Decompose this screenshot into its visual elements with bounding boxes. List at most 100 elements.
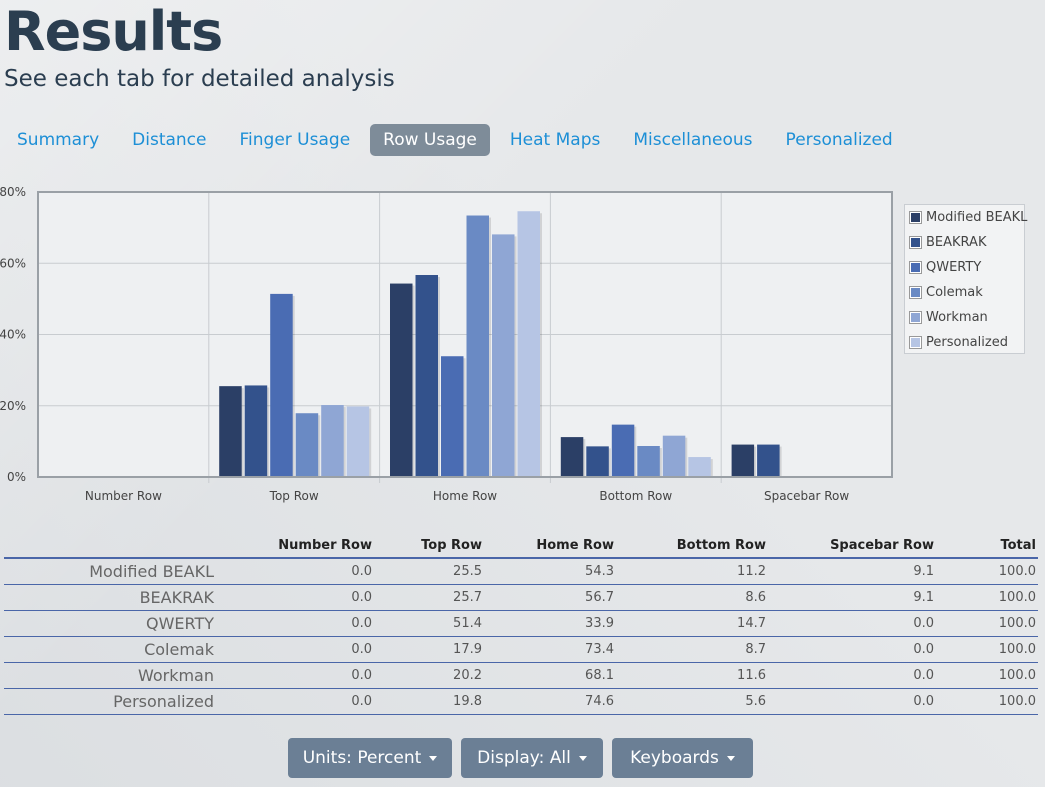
table-cell: 14.7 bbox=[616, 610, 768, 637]
page-subtitle: See each tab for detailed analysis bbox=[4, 66, 395, 92]
table-row-name: Modified BEAKL bbox=[4, 558, 214, 585]
bar bbox=[270, 293, 293, 477]
bar bbox=[466, 215, 489, 477]
legend-swatch bbox=[909, 310, 922, 324]
table-cell: 0.0 bbox=[768, 662, 936, 689]
x-tick-label: Spacebar Row bbox=[764, 489, 849, 503]
legend-swatch bbox=[909, 260, 922, 274]
table-cell: 0.0 bbox=[768, 688, 936, 715]
row-usage-chart: 0% 20% 40% 60% 80% Number Row Top Row Home Row B… bbox=[0, 185, 893, 503]
table-cell: 20.2 bbox=[374, 662, 484, 689]
caret-down-icon bbox=[429, 755, 438, 761]
bar bbox=[346, 406, 370, 477]
table-cell: 54.3 bbox=[484, 558, 616, 585]
caret-down-icon bbox=[726, 755, 735, 761]
bar bbox=[492, 234, 515, 477]
legend-item: BEAKRAK bbox=[909, 234, 987, 250]
table-row: Colemak 0.0 17.9 73.4 8.7 0.0 100.0 bbox=[4, 636, 1038, 663]
legend-label: Colemak bbox=[926, 284, 983, 300]
table-header-bottom-row: Bottom Row bbox=[616, 534, 768, 559]
table-cell: 73.4 bbox=[484, 636, 616, 663]
table-cell: 100.0 bbox=[936, 584, 1038, 611]
table-header-total: Total bbox=[936, 534, 1038, 559]
table-header-top-row: Top Row bbox=[374, 534, 484, 559]
bar bbox=[517, 211, 540, 478]
table-cell: 0.0 bbox=[214, 584, 374, 611]
legend-item: QWERTY bbox=[909, 259, 982, 275]
table-cell: 100.0 bbox=[936, 688, 1038, 715]
y-tick-label: 80% bbox=[0, 185, 26, 199]
keyboards-dropdown-button[interactable]: Keyboards bbox=[612, 738, 753, 778]
table-cell: 100.0 bbox=[936, 610, 1038, 637]
legend-item: Colemak bbox=[909, 284, 983, 300]
legend-swatch bbox=[909, 210, 922, 224]
tab-row-usage[interactable]: Row Usage bbox=[370, 123, 490, 156]
bar bbox=[586, 446, 609, 477]
tab-finger-usage[interactable]: Finger Usage bbox=[227, 124, 364, 156]
x-tick-label: Top Row bbox=[269, 489, 319, 503]
table-header-number-row: Number Row bbox=[214, 534, 374, 559]
x-tick-label: Home Row bbox=[433, 489, 497, 503]
table-row-name: Personalized bbox=[4, 688, 214, 715]
bar bbox=[757, 444, 780, 477]
legend-item: Modified BEAKL bbox=[909, 209, 1028, 225]
bar bbox=[688, 457, 711, 477]
table-cell: 33.9 bbox=[484, 610, 616, 637]
table-cell: 100.0 bbox=[936, 636, 1038, 663]
bar bbox=[611, 424, 635, 477]
page-title: Results bbox=[4, 0, 223, 63]
y-tick-label: 0% bbox=[7, 470, 26, 484]
results-tabs: Summary Distance Finger Usage Row Usage … bbox=[4, 123, 913, 156]
table-header-spacebar-row: Spacebar Row bbox=[768, 534, 936, 559]
row-usage-table: Number Row Top Row Home Row Bottom Row S… bbox=[4, 534, 1038, 715]
table-cell: 11.6 bbox=[616, 662, 768, 689]
bar bbox=[731, 444, 755, 477]
table-cell: 5.6 bbox=[616, 688, 768, 715]
table-cell: 0.0 bbox=[214, 688, 374, 715]
units-dropdown-button[interactable]: Units: Percent bbox=[288, 738, 452, 778]
table-cell: 19.8 bbox=[374, 688, 484, 715]
table-row: Workman 0.0 20.2 68.1 11.6 0.0 100.0 bbox=[4, 662, 1038, 689]
table-header-row: Number Row Top Row Home Row Bottom Row S… bbox=[4, 534, 1038, 559]
table-cell: 100.0 bbox=[936, 558, 1038, 585]
table-cell: 9.1 bbox=[768, 558, 936, 585]
table-row-name: Colemak bbox=[4, 636, 214, 663]
y-tick-label: 60% bbox=[0, 256, 26, 270]
table-row: QWERTY 0.0 51.4 33.9 14.7 0.0 100.0 bbox=[4, 610, 1038, 637]
bar bbox=[244, 385, 268, 477]
bar bbox=[441, 356, 464, 477]
table-cell: 0.0 bbox=[768, 610, 936, 637]
tab-miscellaneous[interactable]: Miscellaneous bbox=[620, 124, 765, 156]
legend-swatch bbox=[909, 335, 922, 349]
table-cell: 51.4 bbox=[374, 610, 484, 637]
table-cell: 8.7 bbox=[616, 636, 768, 663]
table-row-name: QWERTY bbox=[4, 610, 214, 637]
legend-label: BEAKRAK bbox=[926, 234, 987, 250]
table-cell: 74.6 bbox=[484, 688, 616, 715]
table-cell: 25.7 bbox=[374, 584, 484, 611]
display-dropdown-button[interactable]: Display: All bbox=[461, 738, 603, 778]
table-cell: 56.7 bbox=[484, 584, 616, 611]
legend-label: Modified BEAKL bbox=[926, 209, 1028, 225]
table-cell: 100.0 bbox=[936, 662, 1038, 689]
bar bbox=[390, 283, 413, 477]
legend-item: Personalized bbox=[909, 334, 1008, 350]
legend-label: QWERTY bbox=[926, 259, 982, 275]
x-tick-label: Bottom Row bbox=[599, 489, 672, 503]
table-cell: 0.0 bbox=[768, 636, 936, 663]
table-row: Modified BEAKL 0.0 25.5 54.3 11.2 9.1 10… bbox=[4, 558, 1038, 585]
tab-summary[interactable]: Summary bbox=[4, 124, 112, 156]
bar bbox=[662, 435, 686, 477]
tab-personalized[interactable]: Personalized bbox=[773, 124, 906, 156]
y-tick-label: 20% bbox=[0, 399, 26, 413]
tab-heat-maps[interactable]: Heat Maps bbox=[497, 124, 613, 156]
table-cell: 11.2 bbox=[616, 558, 768, 585]
bar bbox=[415, 275, 438, 477]
units-dropdown-label: Units: Percent bbox=[302, 748, 422, 768]
table-cell: 0.0 bbox=[214, 636, 374, 663]
caret-down-icon bbox=[578, 755, 587, 761]
table-cell: 0.0 bbox=[214, 610, 374, 637]
tab-distance[interactable]: Distance bbox=[119, 124, 219, 156]
keyboards-dropdown-label: Keyboards bbox=[630, 748, 719, 768]
table-row: BEAKRAK 0.0 25.7 56.7 8.6 9.1 100.0 bbox=[4, 584, 1038, 611]
